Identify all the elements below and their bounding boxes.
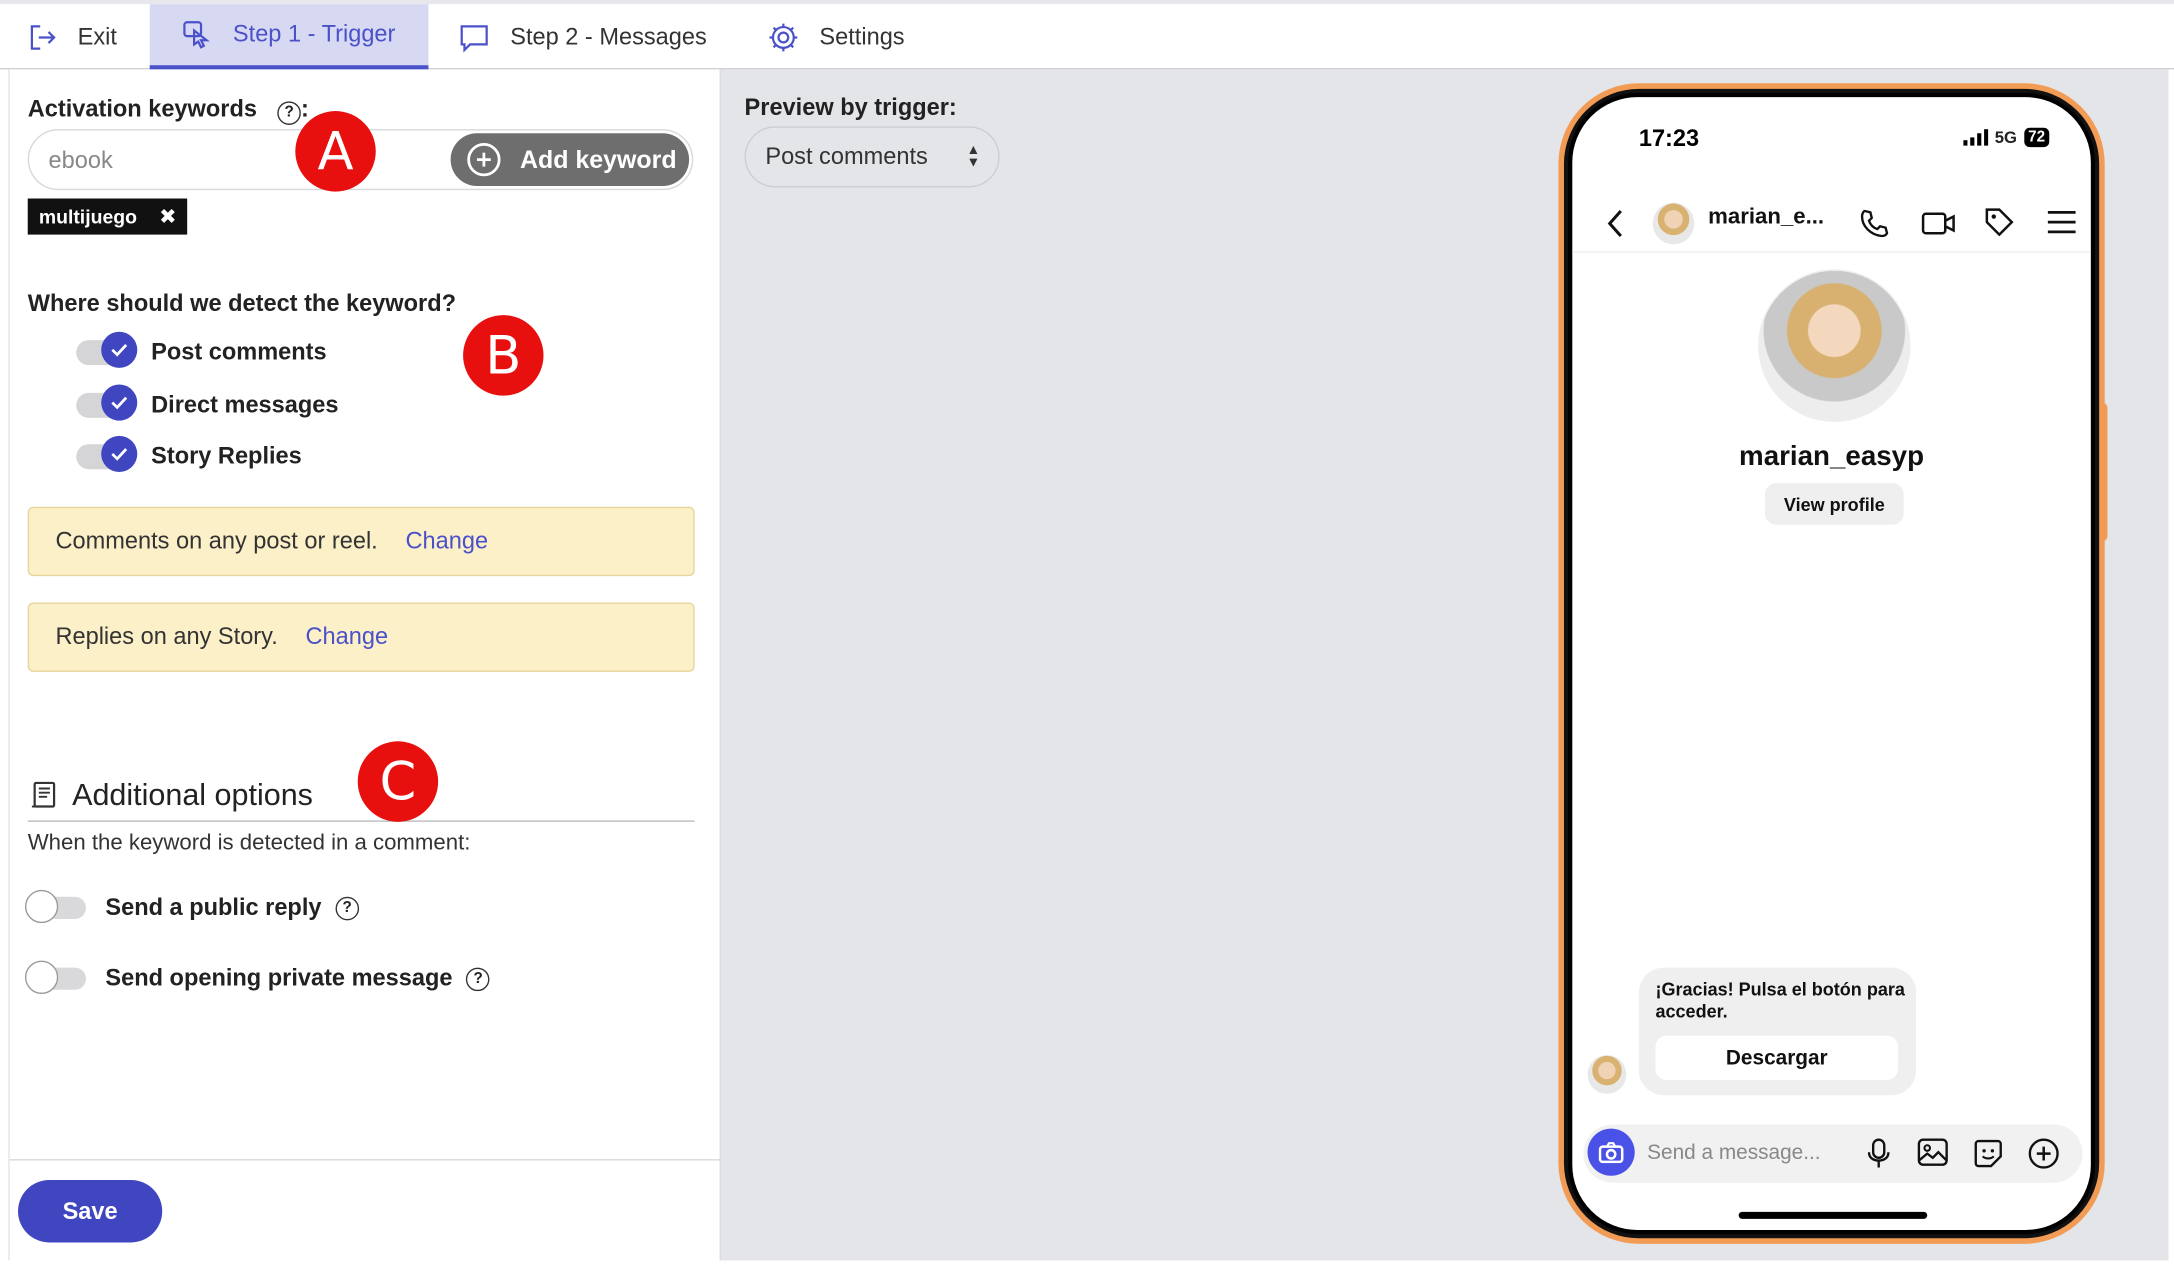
menu-icon[interactable] (2046, 208, 2077, 236)
phone-call-icon[interactable] (1858, 207, 1891, 240)
private-message-label: Send opening private message (105, 964, 453, 992)
stories-scope-notice: Replies on any Story. Change (27, 602, 695, 672)
profile-avatar (1758, 269, 1911, 423)
toggle-switch-off[interactable] (24, 960, 86, 994)
preview-trigger-select[interactable]: Post comments ▲ ▼ (744, 126, 1000, 188)
phone-preview: 17:23 5G 72 marian_e... marian_easyp Vie… (1558, 83, 2105, 1244)
toggle-private-message[interactable]: Send opening private message ? (24, 959, 490, 998)
panel-footer: Save (9, 1159, 723, 1260)
activation-keywords-colon: : (300, 95, 309, 123)
detect-question: Where should we detect the keyword? (27, 290, 457, 317)
toggle-switch[interactable] (76, 384, 138, 421)
document-icon (31, 781, 56, 808)
preview-trigger-value: Post comments (765, 142, 928, 170)
toggle-post-comments-label: Post comments (151, 338, 327, 366)
stories-scope-text: Replies on any Story. (55, 623, 278, 650)
add-keyword-label: Add keyword (519, 145, 677, 173)
save-button[interactable]: Save (18, 1179, 163, 1243)
toggle-direct-messages-label: Direct messages (151, 391, 339, 418)
message-composer[interactable]: Send a message... (1583, 1124, 2083, 1183)
comments-scope-notice: Comments on any post or reel. Change (27, 506, 695, 577)
message-text: ¡Gracias! Pulsa el botón para acceder. (1655, 978, 1905, 1022)
preview-label: Preview by trigger: (744, 94, 957, 121)
public-reply-label: Send a public reply (105, 894, 322, 921)
toggle-post-comments[interactable]: Post comments (76, 331, 327, 374)
toggle-public-reply[interactable]: Send a public reply ? (24, 888, 359, 927)
network-label: 5G (1994, 127, 2018, 148)
chat-header-name[interactable]: marian_e... (1708, 205, 1824, 230)
add-keyword-button[interactable]: Add keyword (450, 133, 690, 187)
tab-settings-label: Settings (819, 22, 905, 50)
remove-keyword-icon[interactable]: ✖ (159, 204, 176, 229)
check-icon (101, 384, 138, 421)
toggle-switch-off[interactable] (24, 889, 86, 924)
annotation-badge-c: C (357, 741, 439, 822)
sender-avatar (1587, 1055, 1627, 1094)
back-icon[interactable] (1606, 208, 1625, 239)
avatar (1652, 202, 1695, 245)
chat-bubble-icon (460, 24, 488, 52)
check-icon (101, 435, 138, 472)
home-indicator (1738, 1211, 1928, 1219)
plus-icon[interactable] (2027, 1137, 2060, 1170)
touch-icon (183, 21, 210, 49)
toggle-story-replies-label: Story Replies (151, 442, 302, 470)
additional-options-title: Additional options (72, 777, 313, 813)
change-comments-link[interactable]: Change (405, 528, 488, 556)
keyword-chip-label: multijuego (38, 205, 137, 228)
tab-settings[interactable]: Settings (767, 4, 905, 69)
annotation-badge-a: A (295, 111, 376, 192)
keyword-chip: multijuego ✖ (27, 198, 188, 235)
help-icon[interactable]: ? (335, 896, 359, 920)
toggle-knob (24, 960, 59, 994)
chat-header: marian_e... (1572, 194, 2091, 253)
select-arrows-icon: ▲ ▼ (966, 142, 981, 171)
tag-icon[interactable] (1983, 205, 2016, 238)
exit-icon (30, 24, 56, 50)
toggle-switch[interactable] (76, 331, 138, 368)
tab-exit[interactable]: Exit (28, 4, 117, 69)
plus-circle-icon (467, 142, 501, 177)
image-icon[interactable] (1916, 1137, 1949, 1168)
tab-step1-label: Step 1 - Trigger (232, 20, 396, 48)
check-icon (101, 331, 138, 368)
sticker-icon[interactable] (1972, 1137, 2005, 1170)
message-input[interactable]: Send a message... (1647, 1141, 1820, 1165)
tab-step2-messages[interactable]: Step 2 - Messages (458, 4, 707, 69)
video-call-icon[interactable] (1920, 207, 1956, 240)
activation-keywords-heading: Activation keywords ?: (27, 95, 309, 125)
help-icon[interactable]: ? (277, 100, 301, 125)
message-bubble: ¡Gracias! Pulsa el botón para acceder. D… (1638, 967, 1917, 1096)
activation-keywords-label: Activation keywords (27, 95, 257, 123)
battery-icon: 72 (2023, 127, 2050, 148)
tab-step1-trigger[interactable]: Step 1 - Trigger (149, 4, 429, 70)
download-button[interactable]: Descargar (1655, 1035, 1899, 1081)
toggle-direct-messages[interactable]: Direct messages (76, 384, 339, 427)
change-stories-link[interactable]: Change (305, 623, 388, 651)
top-nav: Exit Step 1 - Trigger Step 2 - Messages … (0, 0, 2174, 70)
gear-icon (769, 22, 798, 51)
view-profile-button[interactable]: View profile (1765, 483, 1904, 525)
signal-icon (1962, 129, 1988, 146)
trigger-panel: Activation keywords ?: ebook Add keyword… (8, 69, 723, 1261)
annotation-badge-b: B (463, 315, 544, 396)
profile-name: marian_easyp (1739, 441, 1925, 472)
toggle-knob (24, 889, 59, 924)
status-bar: 5G 72 (1962, 127, 2050, 148)
toggle-story-replies[interactable]: Story Replies (76, 435, 302, 478)
additional-options-description: When the keyword is detected in a commen… (27, 831, 471, 856)
microphone-icon[interactable] (1867, 1138, 1890, 1169)
phone-screen: 17:23 5G 72 marian_e... marian_easyp Vie… (1568, 93, 2096, 1235)
app-stage: Exit Step 1 - Trigger Step 2 - Messages … (0, 0, 2174, 1266)
comments-scope-text: Comments on any post or reel. (55, 527, 378, 554)
keyword-input-placeholder: ebook (48, 147, 113, 174)
camera-icon[interactable] (1587, 1128, 1635, 1176)
tab-step2-label: Step 2 - Messages (510, 22, 707, 50)
tab-exit-label: Exit (77, 22, 117, 50)
toggle-switch[interactable] (76, 435, 138, 472)
status-time: 17:23 (1638, 124, 1700, 152)
help-icon[interactable]: ? (466, 966, 490, 991)
